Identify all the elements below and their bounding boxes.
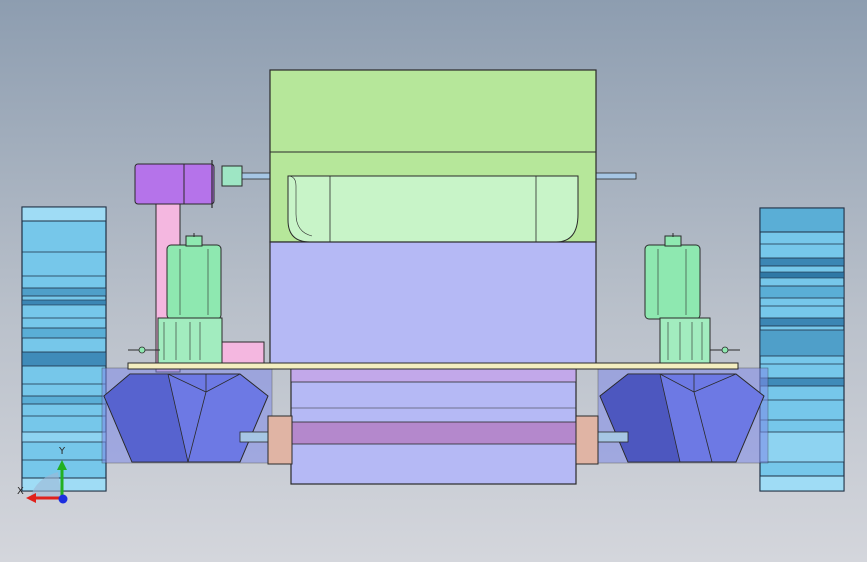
right-wheel-cap-bottom	[759, 475, 845, 492]
green-motor-housing	[644, 244, 701, 320]
deck-plate	[127, 362, 739, 370]
x-axis-label: X	[17, 486, 24, 497]
right-drive-assembly[interactable]	[595, 172, 740, 365]
left-wheel-blade	[21, 299, 107, 306]
inspection-window	[287, 175, 579, 243]
left-coupler	[221, 165, 243, 187]
right-upper-shaft	[595, 172, 637, 180]
left-purple-motor[interactable]	[134, 160, 271, 208]
left-wheel-blade	[21, 431, 107, 443]
cad-viewport[interactable]: X Y	[0, 0, 867, 562]
z-axis-dot	[58, 494, 68, 504]
left-float[interactable]	[101, 367, 273, 464]
right-green-motor[interactable]	[644, 233, 740, 365]
left-upper-shaft	[241, 172, 271, 180]
left-wheel-blade	[21, 395, 107, 405]
left-wheel-blade	[21, 287, 107, 297]
green-motor-housing	[166, 244, 222, 320]
y-axis-label: Y	[58, 446, 66, 457]
left-wheel-blade	[21, 327, 107, 339]
center-pontoon[interactable]	[267, 365, 599, 485]
right-wheel-blade	[759, 257, 845, 267]
right-wheel-blade	[759, 431, 845, 463]
right-float[interactable]	[595, 367, 769, 464]
purple-motor-housing	[134, 163, 215, 205]
pontoon-band	[290, 421, 577, 445]
right-wheel-cap-top	[759, 207, 845, 233]
green-gearbox	[659, 317, 711, 365]
main-body[interactable]	[269, 69, 597, 365]
left-green-motor[interactable]	[128, 233, 223, 365]
right-paddle-wheel[interactable]	[759, 207, 845, 492]
right-wheel-blade	[759, 317, 845, 327]
cad-model-view[interactable]: X Y	[0, 0, 867, 562]
left-wheel-blade	[21, 351, 107, 367]
right-wheel-blade	[759, 329, 845, 357]
lower-body-block	[269, 241, 597, 365]
left-shaft-collar	[267, 415, 293, 465]
right-wheel-blade	[759, 377, 845, 387]
left-wheel-cap-top	[21, 206, 107, 222]
left-drive-assembly[interactable]	[128, 160, 271, 373]
right-wheel-blade	[759, 271, 845, 279]
right-shaft-collar	[575, 415, 599, 465]
right-wheel-blade	[759, 285, 845, 299]
